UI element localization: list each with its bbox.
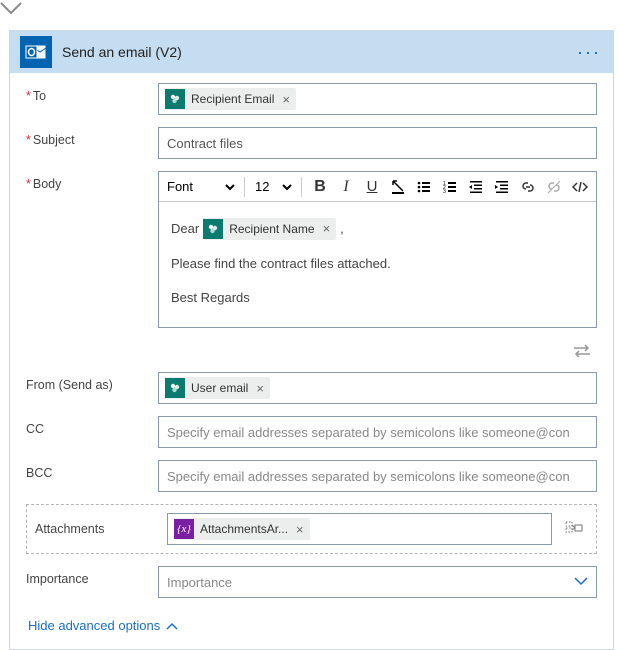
array-mode-button[interactable] <box>560 515 588 543</box>
svg-text:3: 3 <box>443 189 446 195</box>
label-to: *To <box>26 83 158 103</box>
label-attachments: Attachments <box>35 522 159 536</box>
token-remove-icon[interactable]: × <box>280 92 292 107</box>
label-body: *Body <box>26 171 158 191</box>
rte-content[interactable]: Dear Recipient Name × , Please find the … <box>159 202 596 327</box>
from-field[interactable]: User email × <box>158 372 597 404</box>
action-card: Send an email (V2) ··· *To Recipient Ema… <box>9 30 614 650</box>
subject-field[interactable] <box>158 127 597 159</box>
sharepoint-icon <box>203 219 223 239</box>
token-remove-icon[interactable]: × <box>321 219 333 239</box>
font-select[interactable]: Font <box>163 175 238 199</box>
token-recipient-name[interactable]: Recipient Name × <box>203 218 336 240</box>
attachments-field[interactable]: {x} AttachmentsAr... × <box>167 513 552 545</box>
label-bcc: BCC <box>26 460 158 480</box>
bcc-input[interactable] <box>165 468 590 485</box>
label-cc: CC <box>26 416 158 436</box>
hide-advanced-options-link[interactable]: Hide advanced options <box>26 610 597 643</box>
outlook-icon <box>20 36 52 68</box>
indent-button[interactable] <box>490 175 514 199</box>
underline-button[interactable]: U <box>360 175 384 199</box>
text-color-button[interactable] <box>386 175 410 199</box>
flow-arrow-down-icon <box>0 2 623 16</box>
label-subject: *Subject <box>26 127 158 147</box>
action-title: Send an email (V2) <box>62 44 575 60</box>
token-remove-icon[interactable]: × <box>294 522 306 537</box>
chevron-down-icon <box>574 577 588 587</box>
chevron-up-icon <box>166 622 178 630</box>
font-size-select[interactable]: 12 <box>251 175 295 199</box>
action-menu-button[interactable]: ··· <box>575 38 603 67</box>
body-text-dear: Dear <box>171 219 199 239</box>
attachments-row: Attachments {x} AttachmentsAr... × <box>26 504 597 554</box>
token-remove-icon[interactable]: × <box>254 381 266 396</box>
sharepoint-icon <box>165 378 185 398</box>
bullet-list-button[interactable] <box>412 175 436 199</box>
bcc-field[interactable] <box>158 460 597 492</box>
action-body: *To Recipient Email × *Subject <box>10 73 613 649</box>
token-recipient-email[interactable]: Recipient Email × <box>165 88 296 110</box>
variable-icon: {x} <box>174 519 194 539</box>
to-field[interactable]: Recipient Email × <box>158 83 597 115</box>
rich-text-editor: Font 12 B I U <box>158 171 597 328</box>
swap-button[interactable] <box>567 340 597 362</box>
body-text-line2: Please find the contract files attached. <box>171 254 584 274</box>
body-text-comma: , <box>340 219 344 239</box>
rte-toolbar: Font 12 B I U <box>159 172 596 202</box>
outdent-button[interactable] <box>464 175 488 199</box>
token-attachments-array[interactable]: {x} AttachmentsAr... × <box>174 518 310 540</box>
italic-button[interactable]: I <box>334 175 358 199</box>
label-from: From (Send as) <box>26 372 158 392</box>
unlink-button[interactable] <box>542 175 566 199</box>
subject-input[interactable] <box>165 135 590 152</box>
body-text-line3: Best Regards <box>171 288 584 308</box>
link-button[interactable] <box>516 175 540 199</box>
code-view-button[interactable] <box>568 175 592 199</box>
action-header[interactable]: Send an email (V2) ··· <box>10 31 613 73</box>
importance-select[interactable]: Importance <box>158 566 597 598</box>
bold-button[interactable]: B <box>308 175 332 199</box>
cc-field[interactable] <box>158 416 597 448</box>
sharepoint-icon <box>165 89 185 109</box>
token-user-email[interactable]: User email × <box>165 377 270 399</box>
numbered-list-button[interactable]: 123 <box>438 175 462 199</box>
label-importance: Importance <box>26 566 158 586</box>
cc-input[interactable] <box>165 424 590 441</box>
importance-placeholder: Importance <box>167 575 232 590</box>
